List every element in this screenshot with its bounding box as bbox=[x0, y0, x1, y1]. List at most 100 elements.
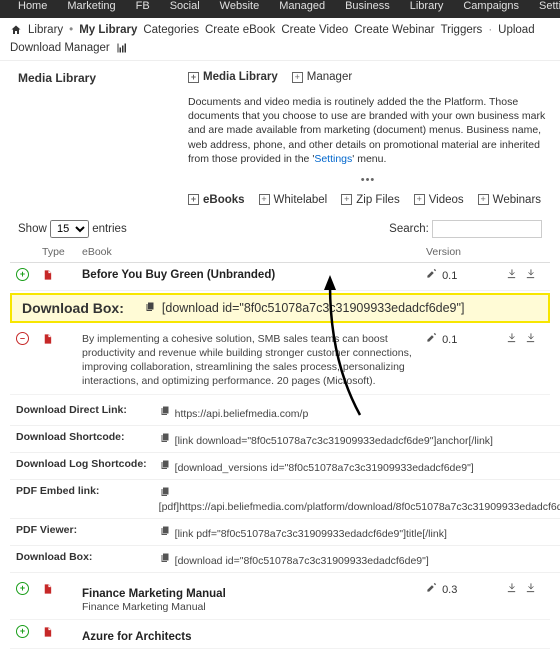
copy-icon[interactable] bbox=[159, 462, 171, 474]
download-icon[interactable] bbox=[525, 270, 536, 282]
copy-icon[interactable] bbox=[159, 528, 171, 540]
status-collapse-icon[interactable]: – bbox=[16, 332, 29, 345]
download-icon[interactable] bbox=[506, 334, 517, 346]
link-row-direct: Download Direct Link: https://api.belief… bbox=[10, 399, 560, 426]
nav-fb[interactable]: FB bbox=[126, 0, 160, 12]
col-ebook[interactable]: eBook bbox=[76, 242, 420, 263]
status-active-icon[interactable]: + bbox=[16, 582, 29, 595]
crumb-download-manager[interactable]: Download Manager bbox=[10, 42, 110, 54]
ebook-title[interactable]: Before You Buy Green (Unbranded) bbox=[76, 262, 420, 290]
link-label: PDF Viewer: bbox=[10, 518, 153, 545]
link-details: Download Direct Link: https://api.belief… bbox=[10, 399, 560, 573]
settings-link[interactable]: Settings bbox=[314, 153, 352, 165]
tab-media-library[interactable]: + Media Library bbox=[188, 71, 278, 83]
link-label: PDF Embed link: bbox=[10, 479, 153, 518]
link-label: Download Box: bbox=[10, 545, 153, 572]
plus-icon: + bbox=[188, 194, 199, 205]
filter-ebooks-label: eBooks bbox=[203, 194, 245, 206]
ebook-description: Finance Marketing Manual bbox=[82, 600, 414, 614]
col-version[interactable]: Version bbox=[420, 242, 500, 263]
page-size-select[interactable]: 15 bbox=[50, 220, 89, 238]
col-type[interactable]: Type bbox=[36, 242, 76, 263]
edit-icon[interactable] bbox=[426, 334, 437, 346]
nav-home[interactable]: Home bbox=[8, 0, 57, 12]
tab-media-library-label: Media Library bbox=[203, 71, 278, 83]
pdf-icon bbox=[42, 630, 53, 642]
plus-icon: + bbox=[341, 194, 352, 205]
tab-manager[interactable]: + Manager bbox=[292, 71, 352, 83]
copy-icon[interactable] bbox=[144, 300, 156, 316]
link-label: Download Direct Link: bbox=[10, 399, 153, 426]
callout-code: [download id="8f0c51078a7c3c31909933edad… bbox=[144, 300, 465, 316]
nav-settings[interactable]: Settings bbox=[529, 0, 560, 12]
divider-dots: ••• bbox=[188, 174, 548, 186]
nav-managed[interactable]: Managed bbox=[269, 0, 335, 12]
col-status[interactable] bbox=[10, 242, 36, 263]
crumb-mylibrary[interactable]: My Library bbox=[79, 24, 137, 36]
download-icon[interactable] bbox=[506, 584, 517, 596]
crumb-categories[interactable]: Categories bbox=[143, 24, 199, 36]
version-text: 0.1 bbox=[442, 334, 457, 346]
search-input[interactable] bbox=[432, 220, 542, 238]
filter-ebooks[interactable]: + eBooks bbox=[188, 194, 245, 206]
copy-icon[interactable] bbox=[159, 555, 171, 567]
search-wrap: Search: bbox=[389, 220, 542, 238]
chart-icon[interactable] bbox=[116, 42, 128, 54]
filter-webinars[interactable]: +Webinars bbox=[478, 194, 541, 206]
crumb-upload[interactable]: Upload bbox=[498, 24, 534, 36]
filter-zip-label: Zip Files bbox=[356, 194, 399, 206]
col-actions bbox=[500, 242, 550, 263]
link-label: Download Shortcode: bbox=[10, 425, 153, 452]
filter-videos[interactable]: +Videos bbox=[414, 194, 464, 206]
crumb-triggers[interactable]: Triggers bbox=[441, 24, 483, 36]
status-active-icon[interactable]: + bbox=[16, 268, 29, 281]
filter-whitelabel-label: Whitelabel bbox=[274, 194, 328, 206]
link-row-embed: PDF Embed link: [pdf]https://api.beliefm… bbox=[10, 479, 560, 518]
link-row-shortcode: Download Shortcode: [link download="8f0c… bbox=[10, 425, 560, 452]
link-value: [download_versions id="8f0c51078a7c3c319… bbox=[175, 462, 474, 474]
pdf-icon bbox=[42, 337, 53, 349]
show-entries: Show 15 entries bbox=[18, 220, 127, 238]
home-icon[interactable] bbox=[10, 24, 22, 36]
nav-website[interactable]: Website bbox=[210, 0, 270, 12]
version-text: 0.3 bbox=[442, 584, 457, 596]
status-active-icon[interactable]: + bbox=[16, 625, 29, 638]
plus-icon: + bbox=[259, 194, 270, 205]
version-text: 0.1 bbox=[442, 270, 457, 282]
download-icon[interactable] bbox=[525, 334, 536, 346]
pdf-icon bbox=[42, 273, 53, 285]
nav-social[interactable]: Social bbox=[160, 0, 210, 12]
filter-whitelabel[interactable]: + Whitelabel bbox=[259, 194, 328, 206]
crumb-create-ebook[interactable]: Create eBook bbox=[205, 24, 275, 36]
edit-icon[interactable] bbox=[426, 270, 437, 282]
show-label: Show bbox=[18, 223, 47, 235]
right-column: + Media Library + Manager Documents and … bbox=[188, 71, 548, 206]
plus-icon: + bbox=[414, 194, 425, 205]
ebook-title[interactable]: Azure for Architects bbox=[82, 625, 414, 643]
table-controls: Show 15 entries Search: bbox=[0, 212, 560, 242]
copy-icon[interactable] bbox=[159, 489, 171, 501]
nav-library[interactable]: Library bbox=[400, 0, 454, 12]
link-value: [pdf]https://api.beliefmedia.com/platfor… bbox=[159, 501, 560, 513]
filter-zip[interactable]: + Zip Files bbox=[341, 194, 399, 206]
separator-dot: · bbox=[488, 24, 492, 36]
crumb-library[interactable]: Library bbox=[28, 24, 63, 36]
filter-webinars-label: Webinars bbox=[493, 194, 541, 206]
download-icon[interactable] bbox=[525, 584, 536, 596]
sub-tabs: + Media Library + Manager bbox=[188, 71, 548, 83]
table-row: + Before You Buy Green (Unbranded) 0.1 bbox=[10, 262, 550, 290]
link-value: [download id="8f0c51078a7c3c31909933edad… bbox=[175, 555, 429, 567]
copy-icon[interactable] bbox=[159, 408, 171, 420]
crumb-create-video[interactable]: Create Video bbox=[281, 24, 348, 36]
plus-icon: + bbox=[292, 72, 303, 83]
ebook-title[interactable]: Finance Marketing Manual bbox=[82, 582, 414, 600]
crumb-create-webinar[interactable]: Create Webinar bbox=[354, 24, 434, 36]
nav-marketing[interactable]: Marketing bbox=[57, 0, 125, 12]
nav-campaigns[interactable]: Campaigns bbox=[453, 0, 529, 12]
copy-icon[interactable] bbox=[159, 435, 171, 447]
nav-business[interactable]: Business bbox=[335, 0, 400, 12]
edit-icon[interactable] bbox=[426, 584, 437, 596]
download-icon[interactable] bbox=[506, 270, 517, 282]
top-nav: Home Marketing FB Social Website Managed… bbox=[0, 0, 560, 18]
entries-label: entries bbox=[92, 223, 127, 235]
